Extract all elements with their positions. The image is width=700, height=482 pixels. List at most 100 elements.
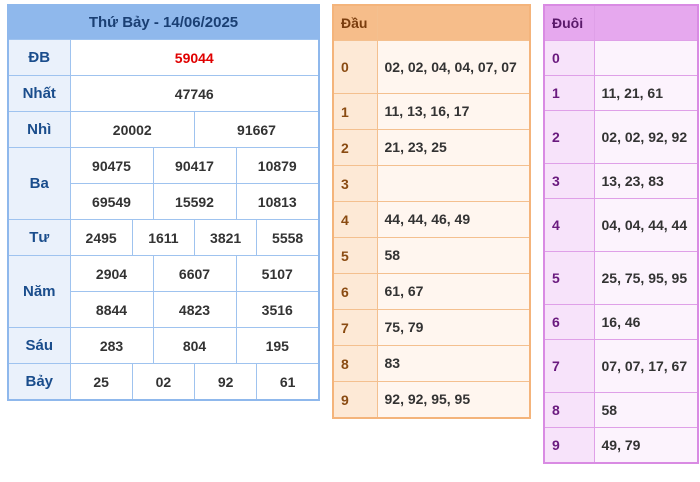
dau-row: 8 83 <box>332 345 531 382</box>
prize-value-tu: 2495 <box>69 219 133 256</box>
duoi-key: 3 <box>543 163 595 199</box>
duoi-header-row: Đuôi <box>543 4 699 41</box>
duoi-key: 8 <box>543 392 595 428</box>
prize-value-db: 59044 <box>69 39 320 76</box>
duoi-value: 58 <box>593 392 699 428</box>
duoi-header-blank <box>593 4 699 41</box>
duoi-value: 04, 04, 44, 44 <box>593 198 699 252</box>
dau-key: 4 <box>332 201 378 238</box>
duoi-key: 1 <box>543 75 595 111</box>
duoi-key: 6 <box>543 304 595 340</box>
prize-value-nam: 5107 <box>235 255 320 292</box>
prize-row-bay: Bảy 25 02 92 61 <box>7 363 320 401</box>
duoi-row: 2 02, 02, 92, 92 <box>543 110 699 164</box>
duoi-value <box>593 40 699 76</box>
dau-value: 21, 23, 25 <box>376 129 531 166</box>
prize-label-ba: Ba <box>7 147 71 220</box>
dau-key: 5 <box>332 237 378 274</box>
dau-value: 58 <box>376 237 531 274</box>
duoi-row: 6 16, 46 <box>543 304 699 340</box>
dau-key: 3 <box>332 165 378 202</box>
prize-value-nhat: 47746 <box>69 75 320 112</box>
prize-value-bay: 25 <box>69 363 133 401</box>
prize-label-nam: Năm <box>7 255 71 328</box>
duoi-row: 4 04, 04, 44, 44 <box>543 198 699 252</box>
duoi-value: 07, 07, 17, 67 <box>593 339 699 393</box>
prize-value-sau: 804 <box>152 327 237 364</box>
dau-row: 0 02, 02, 04, 04, 07, 07 <box>332 40 531 94</box>
prize-value-ba: 10813 <box>235 183 320 220</box>
prize-value-nhi: 20002 <box>69 111 195 148</box>
prize-label-bay: Bảy <box>7 363 71 401</box>
dau-key: 0 <box>332 40 378 94</box>
duoi-row: 0 <box>543 40 699 76</box>
dau-key: 9 <box>332 381 378 419</box>
prize-value-bay: 92 <box>193 363 258 401</box>
prize-row-nam: Năm 2904 6607 5107 <box>7 255 320 328</box>
prize-value-ba: 69549 <box>69 183 154 220</box>
prize-value-ba: 10879 <box>235 147 320 184</box>
dau-value: 44, 44, 46, 49 <box>376 201 531 238</box>
duoi-key: 2 <box>543 110 595 164</box>
dau-row: 1 11, 13, 16, 17 <box>332 93 531 130</box>
duoi-key: 5 <box>543 251 595 305</box>
duoi-value: 13, 23, 83 <box>593 163 699 199</box>
prize-row-db: ĐB 59044 <box>7 39 320 76</box>
prize-value-sau: 283 <box>69 327 154 364</box>
prize-value-nam: 4823 <box>152 291 237 328</box>
duoi-key: 0 <box>543 40 595 76</box>
prize-row-nhi: Nhì 20002 91667 <box>7 111 320 148</box>
prize-value-nam: 8844 <box>69 291 154 328</box>
prize-value-tu: 3821 <box>193 219 258 256</box>
prize-value-tu: 1611 <box>131 219 196 256</box>
dau-row: 2 21, 23, 25 <box>332 129 531 166</box>
prize-value-nam: 6607 <box>152 255 237 292</box>
dau-row: 3 <box>332 165 531 202</box>
prize-value-bay: 61 <box>256 363 320 401</box>
duoi-row: 9 49, 79 <box>543 427 699 464</box>
duoi-value: 25, 75, 95, 95 <box>593 251 699 305</box>
dau-value <box>376 165 531 202</box>
duoi-table: Đuôi 0 1 11, 21, 61 2 02, 02, 92, 92 3 13, … <box>543 4 699 464</box>
dau-value: 02, 02, 04, 04, 07, 07 <box>376 40 531 94</box>
prize-row-sau: Sáu 283 804 195 <box>7 327 320 364</box>
prize-row-nhat: Nhất 47746 <box>7 75 320 112</box>
duoi-key: 9 <box>543 427 595 464</box>
dau-table: Đầu 0 02, 02, 04, 04, 07, 07 1 11, 13, 16,… <box>332 4 531 419</box>
dau-value: 92, 92, 95, 95 <box>376 381 531 419</box>
duoi-key: 4 <box>543 198 595 252</box>
prize-label-sau: Sáu <box>7 327 71 364</box>
prize-row-ba: Ba 90475 90417 10879 <box>7 147 320 220</box>
prize-value-nhi: 91667 <box>194 111 320 148</box>
lottery-results-table: Thứ Bảy - 14/06/2025 ĐB 59044 Nhất 47746… <box>7 4 320 401</box>
prize-row-tu: Tư 2495 1611 3821 5558 <box>7 219 320 256</box>
duoi-row: 3 13, 23, 83 <box>543 163 699 199</box>
dau-key: 8 <box>332 345 378 382</box>
prize-value-tu: 5558 <box>256 219 320 256</box>
duoi-row: 1 11, 21, 61 <box>543 75 699 111</box>
duoi-row: 7 07, 07, 17, 67 <box>543 339 699 393</box>
results-title: Thứ Bảy - 14/06/2025 <box>7 4 320 40</box>
prize-value-nam: 3516 <box>235 291 320 328</box>
prize-label-nhat: Nhất <box>7 75 71 112</box>
duoi-value: 11, 21, 61 <box>593 75 699 111</box>
dau-header-row: Đầu <box>332 4 531 41</box>
prize-value-ba: 15592 <box>152 183 237 220</box>
dau-row: 7 75, 79 <box>332 309 531 346</box>
duoi-row: 5 25, 75, 95, 95 <box>543 251 699 305</box>
dau-key: 2 <box>332 129 378 166</box>
duoi-header: Đuôi <box>543 4 595 41</box>
dau-header: Đầu <box>332 4 378 41</box>
duoi-row: 8 58 <box>543 392 699 428</box>
prize-value-sau: 195 <box>235 327 320 364</box>
duoi-key: 7 <box>543 339 595 393</box>
prize-value-ba: 90475 <box>69 147 154 184</box>
duoi-value: 49, 79 <box>593 427 699 464</box>
dau-key: 1 <box>332 93 378 130</box>
prize-label-tu: Tư <box>7 219 71 256</box>
dau-row: 6 61, 67 <box>332 273 531 310</box>
prize-label-db: ĐB <box>7 39 71 76</box>
prize-value-nam: 2904 <box>69 255 154 292</box>
dau-row: 4 44, 44, 46, 49 <box>332 201 531 238</box>
dau-value: 83 <box>376 345 531 382</box>
